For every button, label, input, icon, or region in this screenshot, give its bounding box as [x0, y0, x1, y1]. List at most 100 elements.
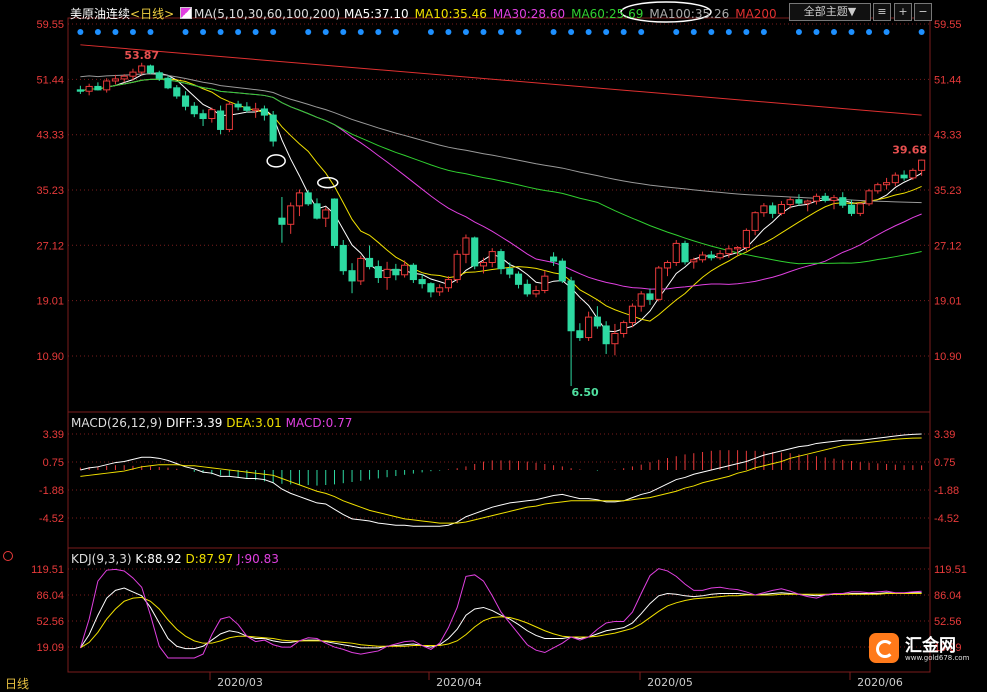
candle-body — [777, 204, 785, 214]
candle-body — [514, 273, 523, 285]
price-tick-right: 27.12 — [934, 240, 962, 252]
candle-body — [488, 251, 496, 264]
candle-body — [523, 283, 531, 295]
event-dot — [77, 29, 84, 35]
candle-body — [418, 279, 426, 285]
event-dot — [252, 29, 259, 35]
candle-body — [918, 159, 926, 171]
ma100-line — [80, 73, 922, 204]
zoom-out-icon[interactable]: − — [914, 3, 932, 21]
event-dot — [603, 29, 610, 35]
kdj-tick-left: 19.09 — [36, 642, 64, 654]
settings-dot-icon[interactable] — [3, 551, 13, 561]
event-dot — [760, 29, 767, 35]
event-dot — [94, 29, 101, 35]
zoom-in-icon[interactable]: + — [894, 3, 912, 21]
candle-body — [444, 279, 452, 289]
candle-body — [532, 289, 540, 295]
period-label[interactable]: <日线> — [130, 7, 174, 21]
candle-body — [357, 257, 365, 282]
candle-body — [900, 174, 908, 179]
candle-body — [330, 198, 339, 246]
event-dot — [585, 29, 592, 35]
event-dot — [866, 29, 873, 35]
candle-body — [891, 174, 899, 184]
moving-average-layer — [80, 44, 922, 333]
ma-value-0: MA5:37.10 — [344, 7, 409, 21]
candle-body — [550, 256, 558, 262]
logo-title: 汇金网 — [905, 636, 956, 656]
candle-body — [734, 246, 742, 250]
list-icon[interactable]: ≡ — [873, 3, 891, 21]
event-dot — [638, 29, 645, 35]
macd-tick-left: 3.39 — [43, 429, 64, 441]
candle-body — [401, 264, 409, 276]
event-dot — [725, 29, 732, 35]
candle-body — [453, 253, 461, 281]
candle-body — [190, 105, 198, 115]
candle-body — [217, 110, 225, 130]
low-label: 6.50 — [572, 386, 599, 399]
kdj-tick-left: 119.51 — [31, 564, 64, 576]
kdj-k-line — [79, 587, 922, 650]
grid-layer — [67, 17, 931, 673]
date-label: 2020/06 — [857, 676, 903, 689]
kdj-d: D:87.97 — [185, 552, 234, 566]
theme-dropdown[interactable]: 全部主题▼ — [789, 3, 871, 21]
candle-body — [655, 267, 663, 300]
date-label: 2020/05 — [647, 676, 693, 689]
candlestick-layer: 53.87 6.50 39.68 — [76, 1, 927, 399]
event-dot — [498, 29, 504, 35]
kdj-tick-right: 86.04 — [934, 590, 962, 602]
event-dot — [129, 29, 136, 35]
candle-body — [602, 325, 610, 345]
candle-body — [164, 77, 172, 89]
event-dot — [112, 29, 119, 35]
chart-canvas[interactable]: 53.87 6.50 39.68 59.55 59.55 51.44 51.44 43.33… — [0, 0, 987, 690]
candle-body — [839, 197, 847, 206]
candle-body — [409, 264, 417, 281]
event-dot — [427, 29, 434, 35]
instrument-name: 美原油连续 — [70, 7, 131, 21]
period-footer[interactable]: 日线 — [5, 675, 29, 692]
candle-body — [795, 199, 803, 204]
price-tick-right: 10.90 — [934, 351, 962, 363]
kdj-tick-left: 52.56 — [36, 616, 64, 628]
macd-tick-left: -4.52 — [39, 513, 64, 525]
candle-body — [260, 108, 268, 116]
diff-line — [80, 433, 922, 527]
ma-value-3: MA60:25.69 — [571, 7, 644, 21]
axis-layer: 59.55 59.55 51.44 51.44 43.33 43.33 35.23 35.23… — [31, 19, 967, 689]
macd-params: MACD(26,12,9) — [71, 416, 163, 430]
event-dot — [690, 29, 697, 35]
candle-body — [173, 87, 181, 97]
candle-body — [620, 322, 628, 334]
macd-legend: MACD(26,12,9) DIFF:3.39 DEA:3.01 MACD:0.… — [71, 416, 352, 430]
macd-tick-right: 0.75 — [934, 457, 955, 469]
macd-value: MACD:0.77 — [285, 416, 353, 430]
candle-body — [769, 205, 777, 214]
ma-value-1: MA10:35.46 — [414, 7, 487, 21]
kdj-j-line — [79, 568, 922, 659]
ma200-line — [80, 44, 922, 116]
candle-body — [628, 305, 637, 324]
price-legend: 美原油连续<日线> MA(5,10,30,60,100,200) MA5:37.… — [70, 5, 783, 22]
date-label: 2020/04 — [436, 676, 482, 689]
candle-body — [278, 217, 286, 225]
candle-body — [374, 266, 382, 279]
candle-body — [760, 205, 768, 214]
candle-body — [593, 316, 601, 327]
kdj-legend: KDJ(9,3,3) K:88.92 D:87.97 J:90.83 — [71, 552, 279, 566]
candle-body — [76, 89, 84, 92]
highlight-ring — [266, 154, 286, 168]
kdj-panel-frame — [67, 547, 931, 673]
kdj-tick-right: 119.51 — [934, 564, 967, 576]
candle-body — [365, 257, 374, 268]
event-dot — [883, 29, 890, 35]
price-tick-left: 59.55 — [36, 19, 64, 31]
candle-body — [225, 103, 233, 130]
candle-body — [94, 85, 102, 91]
event-dot — [462, 29, 469, 35]
event-dot — [708, 29, 715, 35]
candle-body — [348, 270, 356, 282]
